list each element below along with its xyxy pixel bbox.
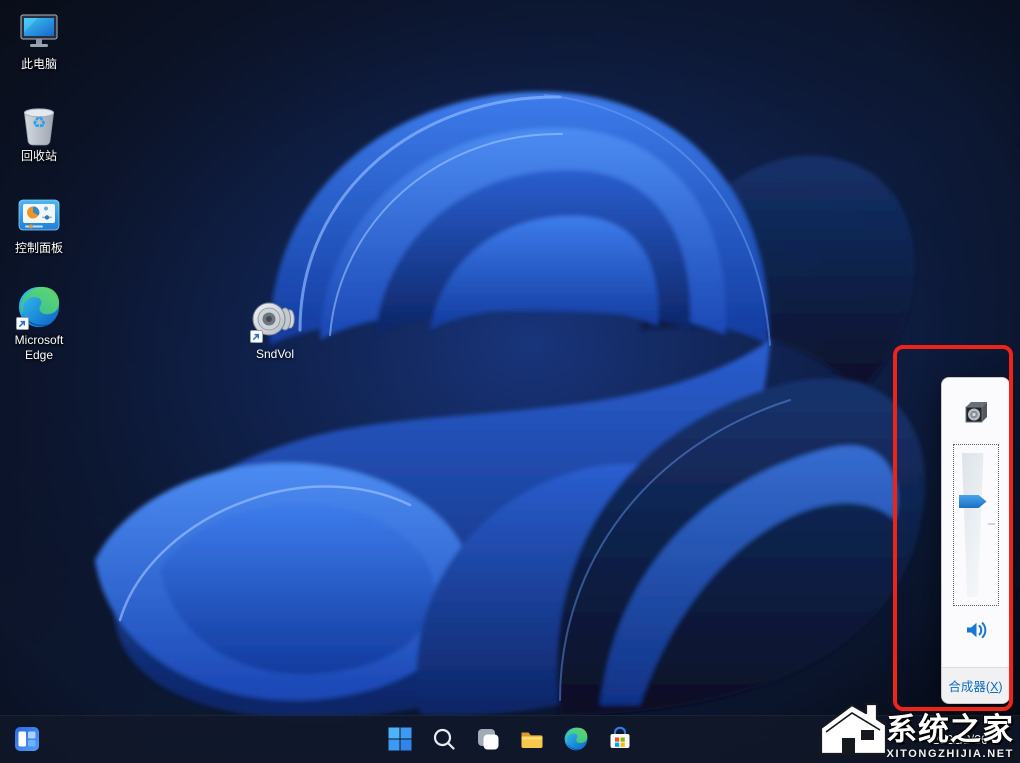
volume-slider-tick [988,523,995,525]
chevron-up-icon [834,733,846,748]
task-view-icon [475,726,501,755]
taskbar-start-button[interactable] [385,720,415,760]
taskbar-edge-button[interactable] [561,720,591,760]
wallpaper-bloom [0,0,1020,763]
volume-slider[interactable] [953,444,999,606]
taskbar-widgets-button[interactable] [12,720,42,760]
tray-show-hidden-icons-button[interactable] [828,720,852,760]
store-icon [607,726,633,755]
volume-popup-footer: 合成器(X) [942,667,1009,703]
desktop-icon-label: 回收站 [21,149,57,164]
volume-control-popup: 合成器(X) [941,377,1010,704]
windows-desktop: 此电脑 ♻ 回收站 [0,0,1020,763]
desktop-icon-label: 控制面板 [15,241,63,256]
desktop-icon-sndvol[interactable]: SndVol [243,297,307,361]
taskbar-center-icons [385,720,635,760]
taskbar-task-view-button[interactable] [473,720,503,760]
speaker-device-icon [962,400,989,424]
desktop-icon-label: 此电脑 [21,57,57,72]
desktop-icon-control-panel[interactable]: 控制面板 [0,192,78,256]
volume-slider-track [962,453,984,597]
widgets-icon [15,727,39,754]
desktop-icon-list: 此电脑 ♻ 回收站 [0,8,78,363]
taskbar-store-button[interactable] [605,720,635,760]
edge-icon [563,726,589,755]
tray-clock[interactable]: 2022/2/26 [926,716,994,763]
control-panel-icon [16,192,62,238]
open-mixer-link[interactable]: 合成器(X) [948,676,1002,695]
mute-speaker-button[interactable] [964,618,988,642]
file-explorer-icon [519,726,545,755]
start-icon [387,726,413,755]
sndvol-speaker-icon [250,297,300,345]
taskbar-search-button[interactable] [429,720,459,760]
desktop-icon-label: Microsoft Edge [2,333,76,363]
desktop-icon-microsoft-edge[interactable]: Microsoft Edge [0,284,78,363]
recycle-bin-icon: ♻ [16,100,62,146]
volume-slider-thumb[interactable] [959,495,987,508]
tray-date: 2022/2/26 [932,733,988,747]
taskbar: 2022/2/26 [0,715,1020,763]
taskbar-file-explorer-button[interactable] [517,720,547,760]
search-icon [431,726,457,755]
this-pc-icon [16,8,62,54]
edge-icon [16,284,62,330]
recycle-arrows-glyph: ♻ [16,113,62,132]
desktop-icon-recycle-bin[interactable]: ♻ 回收站 [0,100,78,164]
speaker-waves-icon [964,630,988,645]
sndvol-label: SndVol [256,347,294,361]
shortcut-arrow-badge [250,330,263,343]
desktop-icon-this-pc[interactable]: 此电脑 [0,8,78,72]
shortcut-arrow-badge [16,317,29,330]
